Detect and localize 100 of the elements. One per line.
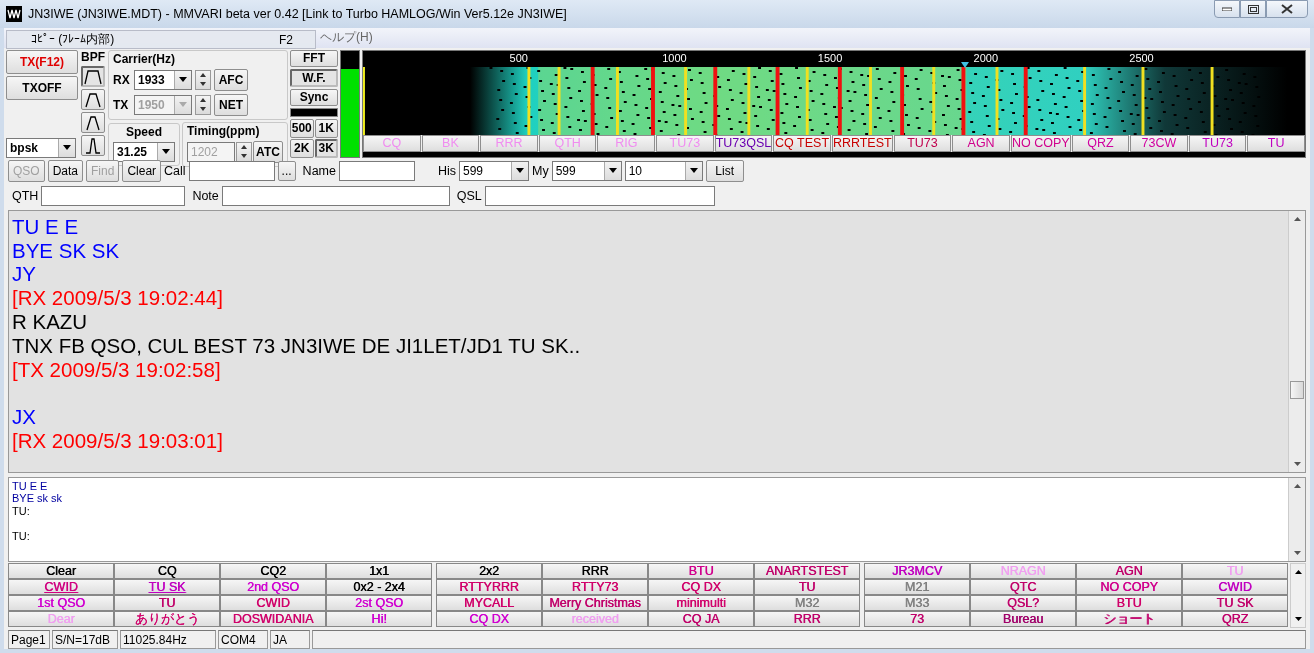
context-menu-item[interactable]: ｺﾋﾟｰ (ﾌﾚｰﾑ内部) F2 (6, 30, 316, 49)
afc-button[interactable]: AFC (214, 68, 248, 91)
bandwidth-button[interactable]: 3K (314, 138, 338, 158)
filter-button[interactable] (81, 88, 105, 110)
macro-button[interactable]: Hi! (326, 611, 432, 628)
maximize-button[interactable] (1240, 0, 1266, 18)
more-button[interactable]: ... (277, 160, 296, 181)
macro-button[interactable]: CWID (1182, 579, 1288, 596)
macro-button[interactable]: 2x2 (436, 563, 542, 580)
macro-button[interactable]: DOSWIDANIA (220, 611, 326, 628)
receive-text-area[interactable]: TU E E BYE SK SK JY [RX 2009/5/3 19:02:44] R KAZU TNX FB QSO, CUL BEST 73 JN3IWE DE JI1LET/JD1 TU SK.. [TX 2009/5/3 19:02:58] JX [RX 2009/5/3 19:03:01] (8, 209, 1306, 473)
macro-button[interactable]: 2st QSO (326, 595, 432, 612)
net-button[interactable]: NET (214, 93, 248, 116)
tx-button[interactable]: TX(F12) (6, 49, 78, 74)
macro-button[interactable]: RRR (542, 563, 648, 580)
macro-button[interactable]: Merry Christmas (542, 595, 648, 612)
macro-button[interactable]: QSL? (970, 595, 1076, 612)
macro-button[interactable]: M33 (864, 595, 970, 612)
macro-button[interactable]: RTTY73 (542, 579, 648, 596)
macro-button[interactable]: M32 (754, 595, 860, 612)
filter-button[interactable] (81, 111, 105, 133)
band-select[interactable]: 10 (624, 160, 703, 181)
macro-button[interactable]: QTC (970, 579, 1076, 596)
macro-button[interactable]: 1st QSO (8, 595, 114, 612)
macro-button[interactable]: TU (754, 579, 860, 596)
spin-control[interactable] (195, 69, 211, 90)
spin-control[interactable] (236, 141, 252, 162)
list-button[interactable]: List (705, 159, 744, 182)
dropdown-arrow-icon (63, 145, 71, 151)
view-button[interactable]: FFT (290, 49, 338, 67)
macro-button[interactable]: CQ (114, 563, 220, 580)
bandwidth-button[interactable]: 2K (290, 138, 314, 158)
his-report-select[interactable]: 599 (459, 160, 529, 181)
macro-button[interactable]: TU SK (114, 579, 220, 596)
name-field[interactable] (338, 160, 415, 181)
dropdown-arrow-icon (162, 149, 170, 155)
transmit-text-area[interactable]: TU E E BYE sk sk TU: TU: (8, 476, 1306, 563)
macro-button[interactable]: ありがとう (114, 611, 220, 628)
up-arrow-icon[interactable] (1293, 483, 1301, 488)
log-field[interactable] (41, 185, 186, 206)
up-arrow-icon[interactable] (1294, 570, 1302, 575)
macro-button[interactable]: RTTYRRR (436, 579, 542, 596)
my-report-select[interactable]: 599 (551, 160, 622, 181)
filter-button[interactable] (81, 134, 105, 156)
speed-select[interactable]: 31.25 (113, 141, 175, 162)
macro-button[interactable]: 1x1 (326, 563, 432, 580)
macro-button[interactable]: minimulti (648, 595, 754, 612)
down-arrow-icon[interactable] (1294, 617, 1302, 622)
macro-button[interactable]: CQ JA (648, 611, 754, 628)
down-arrow-icon[interactable] (1293, 461, 1301, 466)
macro-button[interactable]: CQ DX (648, 579, 754, 596)
macro-button[interactable]: CQ DX (436, 611, 542, 628)
scrollbar[interactable] (1288, 477, 1305, 562)
macro-button[interactable]: Bureau (970, 611, 1076, 628)
macro-button[interactable]: M21 (864, 579, 970, 596)
bandwidth-button[interactable]: 500 (290, 118, 314, 138)
received-text-line: JX (12, 405, 36, 429)
log-field[interactable] (221, 185, 450, 206)
app-icon (6, 6, 22, 22)
spin-control[interactable] (195, 94, 211, 115)
call-field[interactable] (188, 160, 275, 181)
macro-button[interactable]: MYCALL (436, 595, 542, 612)
macro-button[interactable]: 2nd QSO (220, 579, 326, 596)
log-field[interactable] (484, 185, 715, 206)
filter-button[interactable] (81, 65, 105, 87)
macro-button[interactable]: CWID (8, 579, 114, 596)
macro-button[interactable]: QRZ (1182, 611, 1288, 628)
macro-button[interactable]: 0x2 - 2x4 (326, 579, 432, 596)
close-button[interactable] (1266, 0, 1308, 18)
macro-button[interactable]: CWID (220, 595, 326, 612)
macro-button[interactable]: AGN (1076, 563, 1182, 580)
macro-button[interactable]: JR3MCV (864, 563, 970, 580)
scrollbar[interactable] (1288, 210, 1305, 472)
macro-button[interactable]: RRR (754, 611, 860, 628)
macro-button[interactable]: NO COPY (1076, 579, 1182, 596)
frequency-select[interactable]: 1933 (134, 69, 192, 90)
macro-button[interactable]: BTU (1076, 595, 1182, 612)
down-arrow-icon (200, 82, 206, 87)
macro-button[interactable]: TU SK (1182, 595, 1288, 612)
mode-select[interactable]: bpsk (6, 137, 76, 158)
bandwidth-button[interactable]: 1K (314, 118, 338, 138)
macro-page-scroller[interactable] (1290, 563, 1306, 629)
macro-button[interactable]: BTU (648, 563, 754, 580)
minimize-icon (1222, 7, 1232, 11)
view-button[interactable]: Sync (290, 88, 338, 106)
scrollbar-thumb[interactable] (1290, 380, 1304, 399)
down-arrow-icon[interactable] (1293, 551, 1301, 556)
txoff-button[interactable]: TXOFF (6, 75, 78, 100)
status-field: Page1 (8, 630, 50, 649)
qso-button[interactable]: Data (47, 159, 84, 182)
macro-button[interactable]: Clear (8, 563, 114, 580)
macro-button[interactable]: TU (114, 595, 220, 612)
macro-button[interactable]: 73 (864, 611, 970, 628)
menu-item[interactable]: ヘルプ(H) (320, 29, 373, 47)
qso-button[interactable]: Clear (122, 159, 162, 182)
view-button[interactable]: W.F. (290, 68, 338, 87)
macro-button[interactable]: ショート (1076, 611, 1182, 628)
macro-button[interactable]: ANARTSTEST (754, 563, 860, 580)
up-arrow-icon[interactable] (1293, 216, 1301, 221)
macro-button[interactable]: CQ2 (220, 563, 326, 580)
